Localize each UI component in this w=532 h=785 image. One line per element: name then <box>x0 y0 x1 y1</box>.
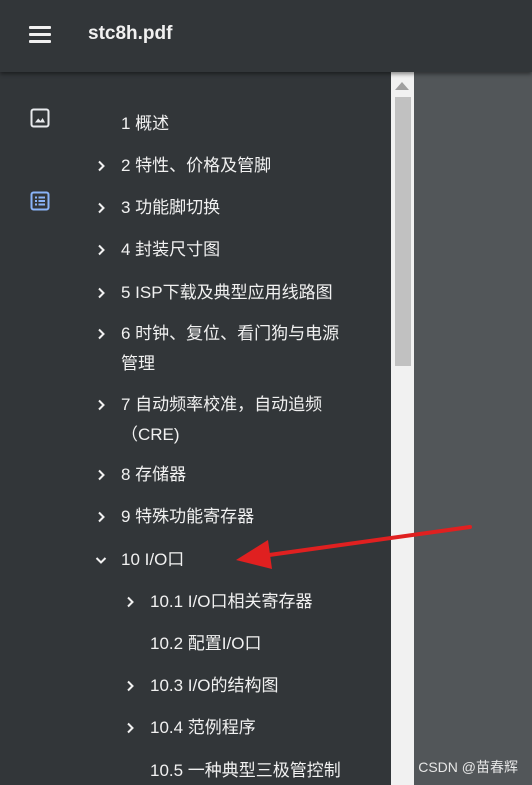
outline-label: 10 I/O口 <box>121 550 185 569</box>
outline-label: 3 功能脚切换 <box>121 198 221 217</box>
scrollbar-thumb[interactable] <box>395 97 411 366</box>
outline-label: 10.5 一种典型三极管控制 <box>150 761 341 780</box>
outline-label: 2 特性、价格及管脚 <box>121 156 272 175</box>
outline-label: 10.4 范例程序 <box>150 718 256 737</box>
chevron-right-icon[interactable] <box>123 721 137 735</box>
outline-label: 10.2 配置I/O口 <box>150 634 262 653</box>
outline-label: 6 时钟、复位、看门狗与电源 <box>121 324 340 343</box>
outline-item-5[interactable]: 5 ISP下载及典型应用线路图 <box>0 278 391 308</box>
scroll-up-arrow-icon[interactable] <box>395 82 409 90</box>
outline-label: 7 自动频率校准，自动追频 <box>121 395 323 414</box>
outline-label: 管理 <box>121 354 155 373</box>
outline-tree: 1 概述 2 特性、价格及管脚 3 功能脚切换 4 封装尺寸图 5 ISP下载及 <box>0 72 391 785</box>
outline-item-3[interactable]: 3 功能脚切换 <box>0 193 391 223</box>
document-title: stc8h.pdf <box>88 23 173 44</box>
outline-item-10-5[interactable]: 10.5 一种典型三极管控制 <box>0 756 391 785</box>
chevron-right-icon[interactable] <box>94 159 108 173</box>
document-viewer[interactable] <box>414 72 532 785</box>
outline-item-6[interactable]: 6 时钟、复位、看门狗与电源 管理 <box>0 319 391 379</box>
menu-icon[interactable] <box>24 22 56 50</box>
outline-label: 4 封装尺寸图 <box>121 240 221 259</box>
outline-item-9[interactable]: 9 特殊功能寄存器 <box>0 502 391 532</box>
outline-label: 5 ISP下载及典型应用线路图 <box>121 283 333 302</box>
chevron-right-icon[interactable] <box>94 243 108 257</box>
outline-item-10-2[interactable]: 10.2 配置I/O口 <box>0 629 391 659</box>
outline-label: 10.1 I/O口相关寄存器 <box>150 592 313 611</box>
outline-scrollbar[interactable] <box>391 72 414 785</box>
outline-item-10-4[interactable]: 10.4 范例程序 <box>0 713 391 743</box>
toolbar: stc8h.pdf <box>0 0 532 72</box>
chevron-right-icon[interactable] <box>94 468 108 482</box>
outline-item-7[interactable]: 7 自动频率校准，自动追频 （CRE) <box>0 390 391 450</box>
outline-item-10-3[interactable]: 10.3 I/O的结构图 <box>0 671 391 701</box>
outline-item-8[interactable]: 8 存储器 <box>0 460 391 490</box>
chevron-right-icon[interactable] <box>94 510 108 524</box>
outline-item-2[interactable]: 2 特性、价格及管脚 <box>0 151 391 181</box>
outline-item-4[interactable]: 4 封装尺寸图 <box>0 235 391 265</box>
chevron-right-icon[interactable] <box>123 595 137 609</box>
chevron-right-icon[interactable] <box>94 286 108 300</box>
outline-item-1[interactable]: 1 概述 <box>0 109 391 139</box>
outline-item-10[interactable]: 10 I/O口 <box>0 545 391 575</box>
outline-label: 10.3 I/O的结构图 <box>150 676 279 695</box>
outline-label: 8 存储器 <box>121 465 187 484</box>
chevron-down-icon[interactable] <box>94 553 108 567</box>
sidebar: 1 概述 2 特性、价格及管脚 3 功能脚切换 4 封装尺寸图 5 ISP下载及 <box>0 72 391 785</box>
chevron-right-icon[interactable] <box>94 327 108 341</box>
outline-label: 1 概述 <box>121 114 170 133</box>
watermark: CSDN @苗春辉 <box>418 759 518 775</box>
outline-item-10-1[interactable]: 10.1 I/O口相关寄存器 <box>0 587 391 617</box>
chevron-right-icon[interactable] <box>94 201 108 215</box>
chevron-right-icon[interactable] <box>123 679 137 693</box>
chevron-right-icon[interactable] <box>94 398 108 412</box>
outline-label: （CRE) <box>121 425 180 444</box>
outline-label: 9 特殊功能寄存器 <box>121 507 255 526</box>
